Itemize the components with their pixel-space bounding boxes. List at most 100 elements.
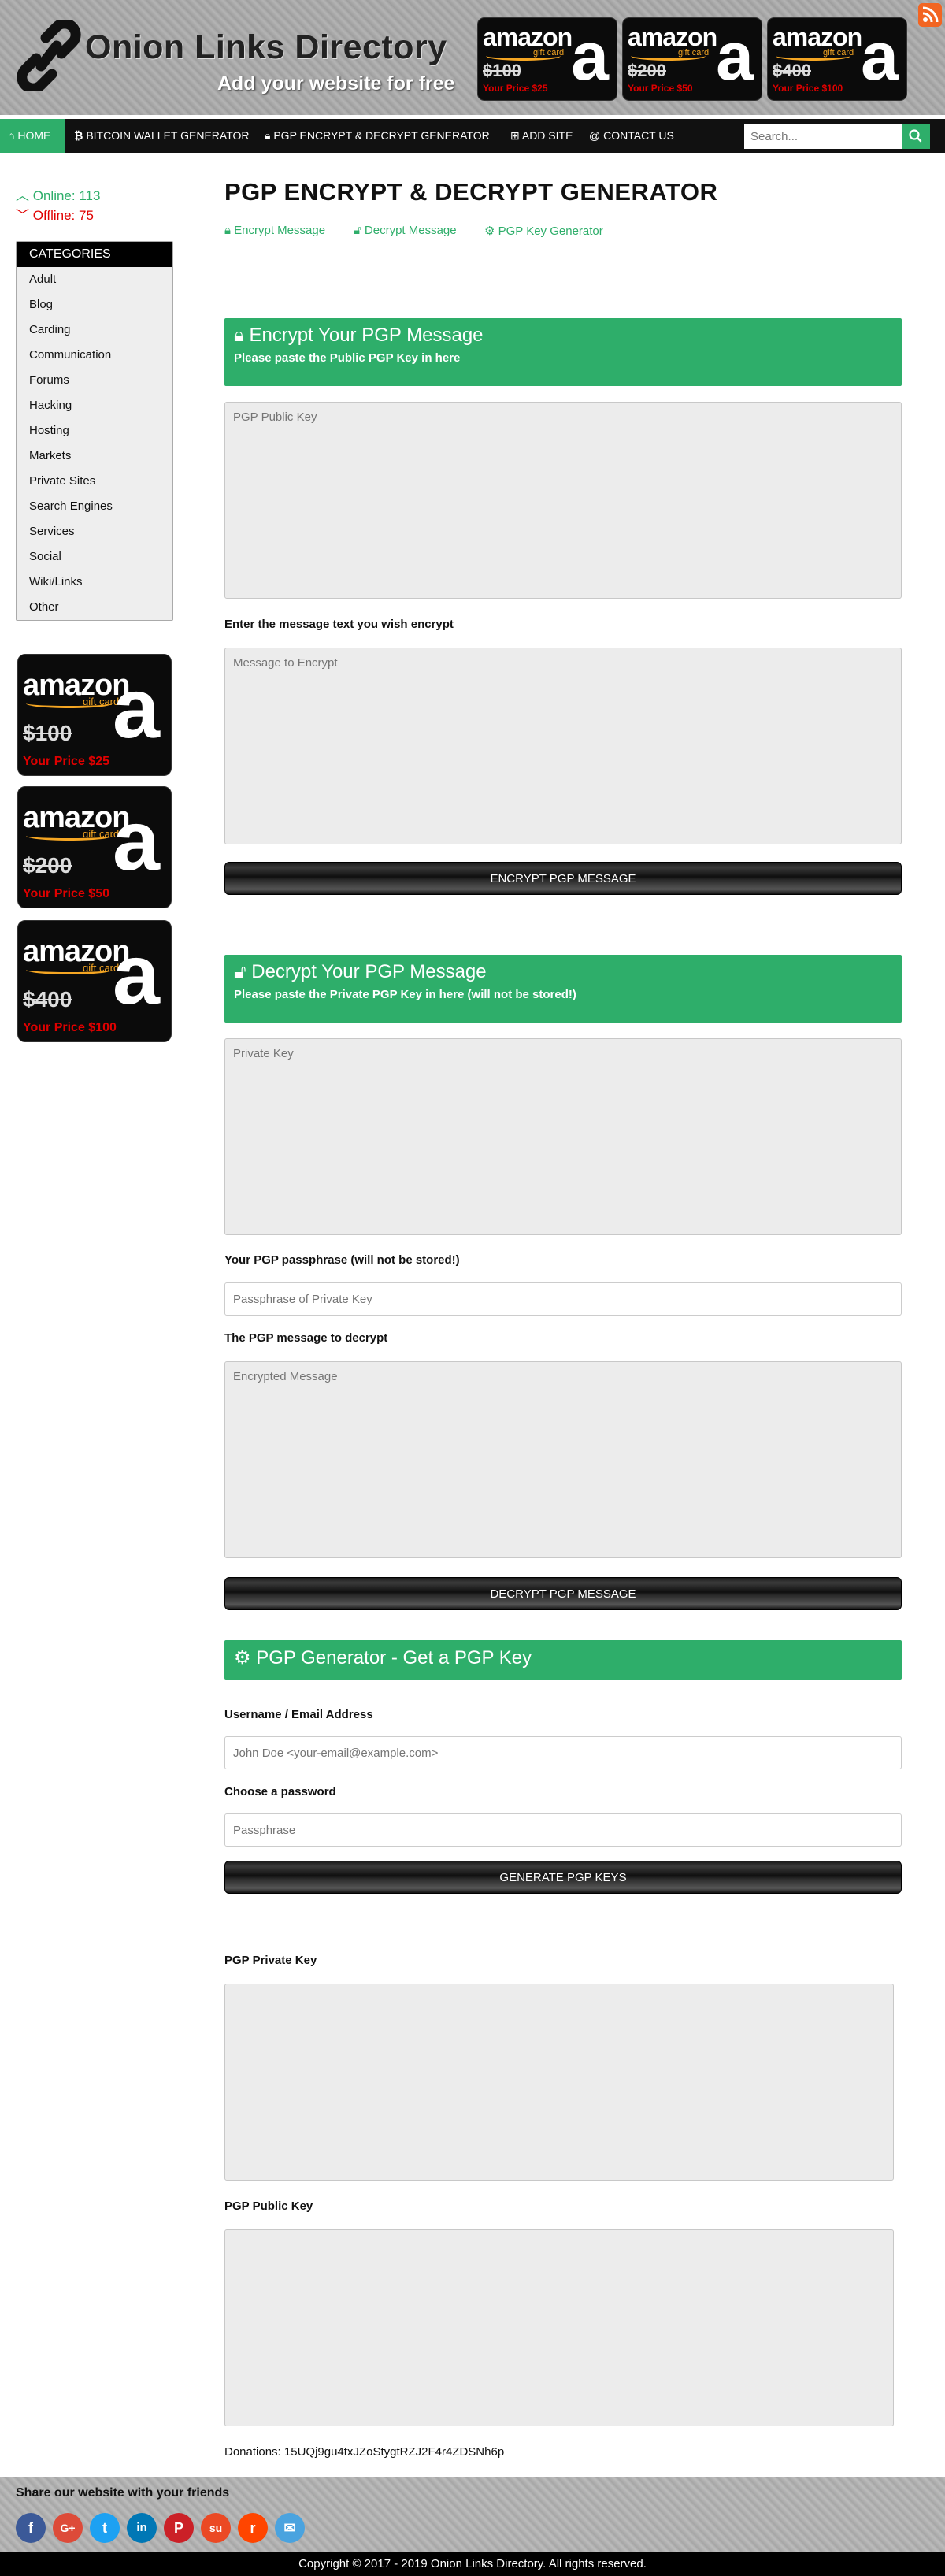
gift-card-new-price: Your Price $25 (483, 83, 548, 94)
header-gift-card-ad[interactable]: amazon gift card a $400 Your Price $100 (767, 17, 907, 101)
site-title[interactable]: Onion Links Directory (85, 28, 447, 67)
message-to-encrypt-textarea[interactable] (224, 648, 902, 844)
online-count: ︿ Online: 113 (16, 184, 100, 204)
category-item[interactable]: Adult (17, 267, 172, 292)
tab-encrypt-label: Encrypt Message (234, 224, 326, 237)
category-item[interactable]: Services (17, 519, 172, 544)
private-key-output-textarea[interactable] (224, 1984, 894, 2181)
at-sign-icon: @ (589, 129, 601, 142)
lock-icon: 🔒︎ (265, 129, 271, 142)
private-key-textarea[interactable] (224, 1038, 902, 1235)
search-input[interactable] (744, 124, 902, 149)
tab-generator-label: PGP Key Generator (498, 225, 603, 238)
encrypted-message-textarea[interactable] (224, 1361, 902, 1558)
public-key-textarea[interactable] (224, 402, 902, 599)
public-key-output-textarea[interactable] (224, 2229, 894, 2426)
category-item[interactable]: Social (17, 544, 172, 570)
gift-card-tag: gift card (533, 48, 565, 58)
chevron-down-icon: ﹀ (16, 208, 29, 223)
category-item[interactable]: Forums (17, 368, 172, 393)
amazon-a-icon: a (112, 926, 160, 1022)
category-item[interactable]: Wiki/Links (17, 570, 172, 595)
bitcoin-icon: ₿ (74, 129, 83, 142)
tab-decrypt-message[interactable]: 🔓︎ Decrypt Message (354, 224, 457, 237)
generator-section-title: ⚙ PGP Generator - Get a PGP Key (224, 1640, 902, 1669)
search-button[interactable] (902, 124, 930, 149)
category-item[interactable]: Other (17, 595, 172, 620)
email-icon[interactable]: ✉ (275, 2513, 305, 2543)
decrypt-message-label: The PGP message to decrypt (224, 1331, 388, 1345)
gift-card-old-price: $100 (483, 61, 521, 80)
decrypt-button[interactable]: DECRYPT PGP MESSAGE (224, 1577, 902, 1610)
category-item[interactable]: Hacking (17, 393, 172, 418)
username-label: Username / Email Address (224, 1708, 373, 1721)
nav-add-site[interactable]: ⊞ ADD SITE (502, 119, 580, 153)
tab-encrypt-message[interactable]: 🔒︎ Encrypt Message (224, 224, 325, 237)
main-navbar: ⌂ HOME ₿ BITCOIN WALLET GENERATOR 🔒︎ PGP… (0, 119, 945, 153)
password-label: Choose a password (224, 1785, 336, 1798)
gift-card-new-price: Your Price $100 (773, 83, 843, 94)
rss-icon[interactable] (918, 3, 942, 27)
lock-icon: 🔒︎ (224, 224, 231, 237)
sidebar-gift-card-ad[interactable]: amazon gift card a $200 Your Price $50 (17, 786, 172, 908)
category-item[interactable]: Search Engines (17, 494, 172, 519)
gift-card-new-price: Your Price $50 (23, 887, 109, 900)
category-item[interactable]: Carding (17, 317, 172, 343)
google-plus-icon[interactable]: G+ (53, 2513, 83, 2543)
nav-bitcoin-wallet-generator[interactable]: ₿ BITCOIN WALLET GENERATOR (66, 119, 258, 153)
offline-count: ﹀ Offline: 75 (16, 204, 94, 224)
facebook-icon[interactable]: f (16, 2513, 46, 2543)
share-text: Share our website with your friends (16, 2486, 230, 2500)
share-footer: Share our website with your friends f G+… (0, 2477, 945, 2552)
nav-contact-us[interactable]: @ CONTACT US (581, 119, 682, 153)
private-key-output-label: PGP Private Key (224, 1954, 317, 1967)
site-header: Onion Links Directory Add your website f… (0, 0, 945, 115)
pinterest-icon[interactable]: P (164, 2513, 194, 2543)
linkedin-icon[interactable]: in (127, 2513, 157, 2543)
decrypt-section-title: 🔓︎ Decrypt Your PGP Message (224, 955, 902, 983)
nav-contact-label: CONTACT US (603, 129, 674, 142)
username-email-input[interactable] (224, 1736, 902, 1769)
reddit-icon[interactable]: r (238, 2513, 268, 2543)
nav-bitcoin-label: BITCOIN WALLET GENERATOR (86, 129, 250, 142)
unlock-icon: 🔓︎ (354, 224, 361, 237)
header-gift-card-ad[interactable]: amazon gift card a $200 Your Price $50 (622, 17, 762, 101)
offline-label: Offline: 75 (32, 208, 94, 223)
header-gift-card-ad[interactable]: amazon gift card a $100 Your Price $25 (477, 17, 617, 101)
stumbleupon-icon[interactable]: su (201, 2513, 231, 2543)
gift-card-old-price: $200 (628, 61, 666, 80)
gift-card-new-price: Your Price $100 (23, 1021, 117, 1034)
home-icon: ⌂ (8, 129, 15, 142)
passphrase-input[interactable] (224, 1282, 902, 1316)
twitter-icon[interactable]: t (90, 2513, 120, 2543)
gift-card-old-price: $100 (23, 721, 72, 745)
tab-pgp-key-generator[interactable]: ⚙ PGP Key Generator (484, 224, 603, 238)
encrypt-message-label: Enter the message text you wish encrypt (224, 618, 454, 631)
plus-square-icon: ⊞ (510, 129, 520, 142)
nav-home[interactable]: ⌂ HOME (0, 119, 65, 153)
category-item[interactable]: Private Sites (17, 469, 172, 494)
categories-panel: CATEGORIES Adult Blog Carding Communicat… (16, 241, 173, 621)
gear-icon: ⚙ (234, 1647, 251, 1668)
nav-pgp-generator[interactable]: 🔒︎ PGP ENCRYPT & DECRYPT GENERATOR (257, 119, 498, 153)
category-item[interactable]: Markets (17, 444, 172, 469)
page-title: PGP ENCRYPT & DECRYPT GENERATOR (224, 178, 718, 206)
sidebar-gift-card-ad[interactable]: amazon gift card a $400 Your Price $100 (17, 920, 172, 1042)
generator-section-header: ⚙ PGP Generator - Get a PGP Key (224, 1640, 902, 1680)
category-item[interactable]: Blog (17, 292, 172, 317)
lock-icon: 🔒︎ (234, 325, 244, 346)
password-input[interactable] (224, 1813, 902, 1847)
chain-link-icon[interactable] (16, 20, 82, 91)
amazon-a-icon: a (112, 792, 160, 888)
gift-card-tag: gift card (678, 48, 710, 58)
generate-keys-button[interactable]: GENERATE PGP KEYS (224, 1861, 902, 1894)
encrypt-button[interactable]: ENCRYPT PGP MESSAGE (224, 862, 902, 895)
nav-add-site-label: ADD SITE (521, 129, 573, 142)
sidebar-gift-card-ad[interactable]: amazon gift card a $100 Your Price $25 (17, 654, 172, 776)
gift-card-new-price: Your Price $50 (628, 83, 693, 94)
amazon-a-icon: a (716, 19, 754, 95)
categories-title: CATEGORIES (17, 242, 172, 267)
category-item[interactable]: Communication (17, 343, 172, 368)
category-item[interactable]: Hosting (17, 418, 172, 444)
tab-decrypt-label: Decrypt Message (364, 224, 457, 237)
